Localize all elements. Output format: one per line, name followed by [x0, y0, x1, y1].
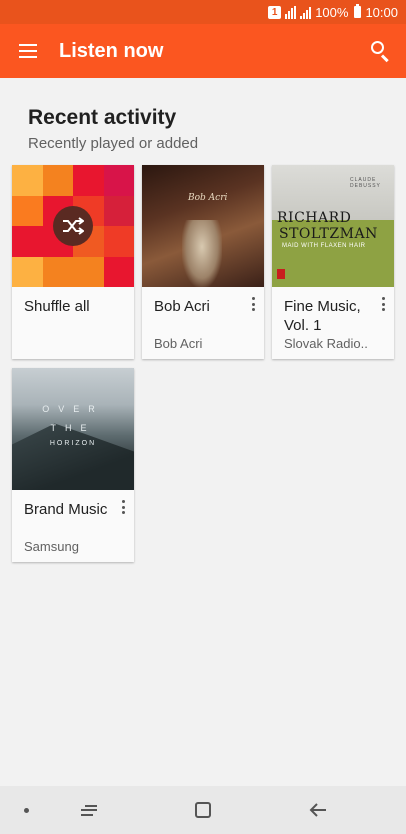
recent-apps-icon[interactable]	[81, 803, 99, 817]
app-bar: Listen now	[0, 24, 406, 78]
shuffle-tile	[12, 165, 43, 196]
album-art-text: THE	[50, 423, 96, 433]
nav-dot-icon	[24, 808, 29, 813]
album-art-text: STOLTZMAN	[279, 226, 378, 242]
shuffle-tile	[103, 165, 134, 196]
shuffle-tile	[42, 256, 73, 287]
system-nav-bar	[0, 786, 406, 834]
album-art-text: MAID WITH FLAXEN HAIR	[282, 243, 366, 249]
wifi-signal-icon	[285, 5, 297, 19]
card-title: Bob Acri	[154, 298, 210, 315]
sim-badge: 1	[268, 5, 282, 19]
shuffle-tile	[103, 226, 134, 257]
card-title: Brand Music	[24, 501, 108, 518]
more-options-icon[interactable]	[118, 498, 128, 516]
shuffle-icon	[53, 206, 93, 246]
back-arrow-icon[interactable]	[308, 800, 328, 820]
album-cover-fine-music: CLAUDE DEBUSSY RICHARD STOLTZMAN MAID WI…	[272, 165, 394, 287]
shuffle-tile	[42, 165, 73, 196]
battery-percent: 100%	[315, 4, 349, 20]
label-logo	[277, 269, 285, 279]
album-card-bob-acri[interactable]: Bob Acri Bob Acri Bob Acri	[142, 165, 264, 359]
shuffle-tile	[12, 256, 43, 287]
album-art-text: Bob Acri	[188, 193, 228, 203]
album-art-text: RICHARD	[277, 210, 352, 226]
more-options-icon[interactable]	[248, 295, 258, 313]
shuffle-tile	[12, 226, 43, 257]
shuffle-tile	[103, 256, 134, 287]
battery-icon	[354, 4, 362, 18]
status-time: 10:00	[365, 4, 398, 20]
card-subtitle: Slovak Radio..	[284, 336, 368, 351]
more-options-icon[interactable]	[378, 295, 388, 313]
card-subtitle: Samsung	[24, 539, 79, 554]
home-icon[interactable]	[195, 802, 211, 818]
album-card-fine-music[interactable]: CLAUDE DEBUSSY RICHARD STOLTZMAN MAID WI…	[272, 165, 394, 359]
album-art-figure	[182, 220, 222, 287]
section-title: Recent activity	[28, 106, 177, 129]
search-icon[interactable]	[370, 40, 392, 63]
shuffle-tile-art	[12, 165, 134, 287]
shuffle-tile	[73, 256, 104, 287]
shuffle-tile	[103, 195, 134, 226]
album-art-text: OVER	[42, 404, 104, 414]
cell-signal-icon	[300, 6, 312, 19]
section-subtitle: Recently played or added	[28, 135, 199, 152]
album-art-text: HORIZON	[49, 440, 97, 447]
shuffle-tile	[73, 165, 104, 196]
album-card-brand-music[interactable]: OVER THE HORIZON Brand Music Samsung	[12, 368, 134, 562]
shuffle-tile	[12, 195, 43, 226]
page-title: Listen now	[59, 39, 164, 62]
shuffle-all-card[interactable]: Shuffle all	[12, 165, 134, 359]
album-cover-brand-music: OVER THE HORIZON	[12, 368, 134, 490]
hamburger-menu-icon[interactable]	[0, 24, 56, 78]
album-art-text: CLAUDE DEBUSSY	[350, 177, 381, 189]
card-subtitle: Bob Acri	[154, 336, 203, 351]
card-title: Shuffle all	[24, 298, 90, 315]
status-bar: 1 100% 10:00	[0, 0, 406, 24]
album-cover-bob-acri: Bob Acri	[142, 165, 264, 287]
card-title: Fine Music, Vol. 1	[284, 298, 361, 334]
